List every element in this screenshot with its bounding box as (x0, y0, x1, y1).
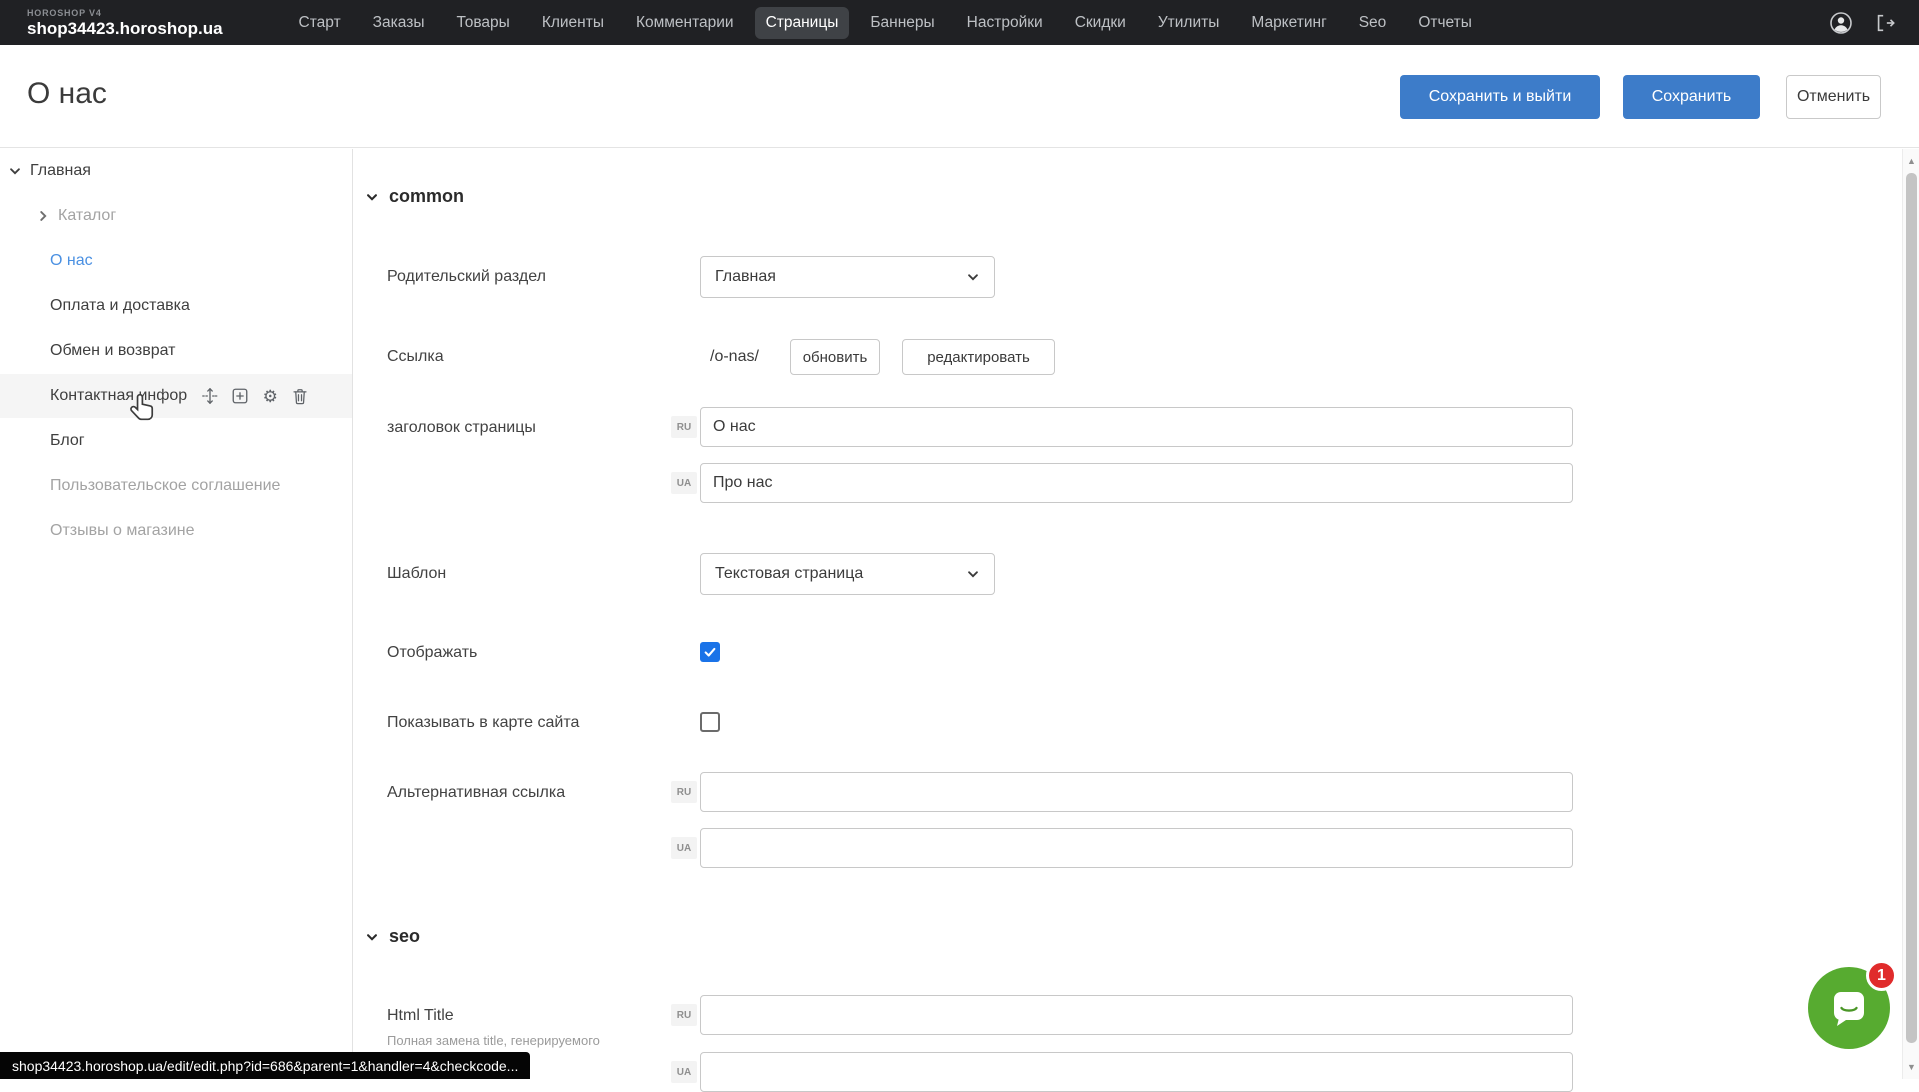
section-common-header[interactable]: common (365, 186, 464, 207)
html-title-ru-input[interactable] (700, 995, 1573, 1035)
chevron-down-icon (365, 190, 379, 204)
site-logo[interactable]: HOROSHOP V4 shop34423.horoshop.ua (27, 9, 223, 37)
menu-item-seo[interactable]: Seo (1348, 7, 1398, 39)
display-checkbox[interactable] (700, 642, 720, 662)
parent-section-label: Родительский раздел (387, 268, 546, 286)
menu-item-utilities[interactable]: Утилиты (1147, 7, 1231, 39)
menu-item-start[interactable]: Старт (288, 7, 352, 39)
section-seo-header[interactable]: seo (365, 926, 420, 947)
tree-item-payment-delivery[interactable]: Оплата и доставка (0, 284, 352, 328)
alt-link-ua-input[interactable] (700, 828, 1573, 868)
lang-ru-badge: RU (671, 416, 697, 438)
save-button[interactable]: Сохранить (1623, 75, 1760, 119)
lang-ua-badge: UA (671, 837, 697, 859)
chevron-down-icon (966, 567, 980, 581)
pages-tree-sidebar: Главная Каталог О нас Оплата и доставка … (0, 149, 352, 1079)
menu-item-settings[interactable]: Настройки (956, 7, 1054, 39)
link-path-value: /o-nas/ (710, 348, 759, 366)
logout-icon[interactable] (1873, 11, 1897, 35)
menu-item-banners[interactable]: Баннеры (859, 7, 945, 39)
tree-item-user-agreement[interactable]: Пользовательское соглашение (0, 464, 352, 508)
page-header: О нас Сохранить и выйти Сохранить Отмени… (0, 45, 1919, 148)
display-label: Отображать (387, 644, 477, 662)
add-subpage-icon[interactable] (231, 387, 249, 405)
html-title-hint: Полная замена title, генерируемого (387, 1033, 600, 1048)
tree-item-blog[interactable]: Блог (0, 419, 352, 463)
tree-item-home[interactable]: Главная (0, 149, 352, 193)
logo-domain-text: shop34423.horoshop.ua (27, 20, 223, 37)
save-and-exit-button[interactable]: Сохранить и выйти (1400, 75, 1600, 119)
chat-bubble-icon (1827, 986, 1871, 1030)
menu-item-orders[interactable]: Заказы (362, 7, 436, 39)
chevron-down-icon (966, 270, 980, 284)
menu-item-clients[interactable]: Клиенты (531, 7, 615, 39)
template-label: Шаблон (387, 565, 446, 583)
chat-unread-badge: 1 (1866, 960, 1897, 991)
check-icon (703, 645, 717, 659)
logo-version-text: HOROSHOP V4 (27, 9, 223, 18)
top-navigation-bar: HOROSHOP V4 shop34423.horoshop.ua Старт … (0, 0, 1919, 45)
scroll-up-arrow-icon[interactable]: ▲ (1903, 153, 1919, 169)
page-title-ru-input[interactable] (700, 407, 1573, 447)
menu-item-marketing[interactable]: Маркетинг (1240, 7, 1337, 39)
page-title-ua-input[interactable] (700, 463, 1573, 503)
link-refresh-button[interactable]: обновить (790, 339, 880, 375)
tree-item-about-us[interactable]: О нас (0, 239, 352, 283)
lang-ua-badge: UA (671, 1061, 697, 1083)
sitemap-label: Показывать в карте сайта (387, 714, 579, 732)
chevron-right-icon[interactable] (36, 209, 50, 223)
settings-gear-icon[interactable]: ⚙ (261, 387, 279, 405)
scroll-down-arrow-icon[interactable]: ▼ (1903, 1059, 1919, 1075)
top-menu: Старт Заказы Товары Клиенты Комментарии … (288, 7, 1483, 39)
sitemap-checkbox[interactable] (700, 712, 720, 732)
chevron-down-icon (365, 930, 379, 944)
page-title-label: заголовок страницы (387, 419, 536, 437)
account-icon[interactable] (1829, 11, 1853, 35)
page-title: О нас (27, 77, 107, 111)
lang-ua-badge: UA (671, 472, 697, 494)
html-title-ua-input[interactable] (700, 1052, 1573, 1092)
scrollbar-thumb[interactable] (1906, 173, 1917, 1043)
tree-item-store-reviews[interactable]: Отзывы о магазине (0, 509, 352, 553)
menu-item-discounts[interactable]: Скидки (1064, 7, 1137, 39)
tree-item-actions: ⚙ (201, 387, 309, 405)
move-icon[interactable] (201, 387, 219, 405)
alt-link-label: Альтернативная ссылка (387, 784, 565, 802)
lang-ru-badge: RU (671, 1004, 697, 1026)
vertical-scrollbar[interactable]: ▲ ▼ (1902, 149, 1919, 1079)
lang-ru-badge: RU (671, 781, 697, 803)
menu-item-comments[interactable]: Комментарии (625, 7, 745, 39)
chevron-down-icon[interactable] (8, 164, 22, 178)
menu-item-pages[interactable]: Страницы (755, 7, 850, 39)
menu-item-products[interactable]: Товары (445, 7, 520, 39)
menu-item-reports[interactable]: Отчеты (1407, 7, 1483, 39)
template-select[interactable]: Текстовая страница (700, 553, 995, 595)
link-label: Ссылка (387, 348, 444, 366)
status-url-tooltip: shop34423.horoshop.ua/edit/edit.php?id=6… (0, 1052, 530, 1079)
tree-item-contact-info[interactable]: Контактная инфор ⚙ (0, 374, 352, 418)
tree-item-catalog[interactable]: Каталог (0, 194, 352, 238)
html-title-label: Html Title (387, 1007, 454, 1025)
tree-item-exchange-return[interactable]: Обмен и возврат (0, 329, 352, 373)
cancel-button[interactable]: Отменить (1786, 75, 1881, 119)
parent-section-select[interactable]: Главная (700, 256, 995, 298)
alt-link-ru-input[interactable] (700, 772, 1573, 812)
page-edit-form: common Родительский раздел Главная Ссылк… (353, 149, 1902, 1079)
link-edit-button[interactable]: редактировать (902, 339, 1055, 375)
delete-trash-icon[interactable] (291, 387, 309, 405)
